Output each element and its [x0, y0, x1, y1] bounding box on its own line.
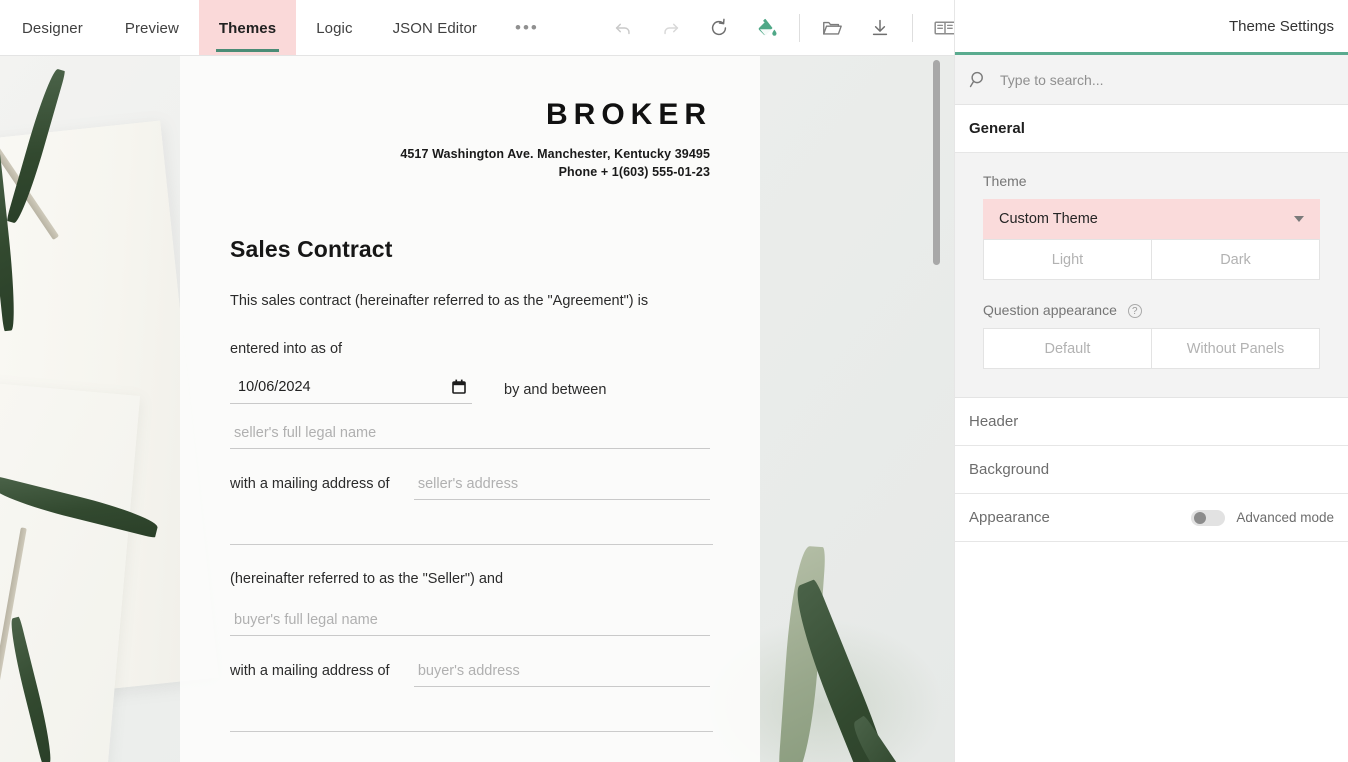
seller-address-input[interactable] — [413, 470, 710, 500]
section-background-header[interactable]: Background — [955, 446, 1348, 495]
theme-fill-button[interactable] — [743, 0, 791, 56]
question-appearance-group: Default Without Panels — [983, 328, 1320, 370]
theme-mode-light-button[interactable]: Light — [983, 239, 1152, 280]
reset-button[interactable] — [695, 0, 743, 56]
advanced-mode-control[interactable]: Advanced mode — [1191, 509, 1334, 526]
top-toolbar: Designer Preview Themes Logic JSON Edito… — [0, 0, 956, 56]
buyer-address-row: with a mailing address of — [230, 657, 710, 687]
form-canvas: BROKER 4517 Washington Ave. Manchester, … — [0, 56, 954, 762]
section-appearance-header[interactable]: Appearance Advanced mode — [955, 494, 1348, 543]
theme-mode-light-label: Light — [1051, 251, 1084, 268]
toolbar-actions — [599, 0, 969, 56]
search-input[interactable] — [1000, 71, 1280, 88]
question-appearance-default-label: Default — [1044, 340, 1091, 357]
section-header-header[interactable]: Header — [955, 398, 1348, 447]
seller-name-input[interactable] — [230, 419, 710, 449]
date-row: 10/06/2024 by and between — [230, 375, 710, 404]
theme-select[interactable]: Custom Theme — [983, 199, 1320, 239]
date-input[interactable]: 10/06/2024 — [230, 375, 472, 404]
buyer-address-label: with a mailing address of — [230, 662, 390, 679]
open-file-button[interactable] — [808, 0, 856, 56]
theme-select-value: Custom Theme — [999, 211, 1098, 227]
buyer-name-row — [230, 606, 710, 636]
tab-logic-label: Logic — [316, 19, 353, 37]
seller-address-row: with a mailing address of — [230, 470, 710, 500]
tab-preview[interactable]: Preview — [105, 0, 199, 56]
question-appearance-without-panels-label: Without Panels — [1186, 340, 1285, 357]
theme-mode-toggle-group: Light Dark — [983, 239, 1320, 280]
buyer-address-input[interactable] — [413, 657, 710, 687]
folder-open-icon — [822, 21, 842, 35]
page-title: Sales Contract — [230, 236, 393, 263]
tab-themes-label: Themes — [218, 19, 277, 37]
by-and-between-label: by and between — [504, 381, 607, 398]
search-icon — [969, 71, 983, 88]
survey-form-sheet: BROKER 4517 Washington Ave. Manchester, … — [180, 56, 760, 762]
more-tabs-icon[interactable]: ••• — [497, 0, 557, 56]
form-address-line: 4517 Washington Ave. Manchester, Kentuck… — [400, 147, 710, 161]
advanced-mode-toggle[interactable] — [1191, 509, 1226, 526]
redo-icon — [664, 23, 679, 35]
seller-clause-text: (hereinafter referred to as the "Seller"… — [230, 570, 504, 587]
tab-designer[interactable]: Designer — [0, 0, 105, 56]
theme-field-label: Theme — [983, 173, 1320, 189]
chevron-down-icon — [1294, 216, 1304, 222]
intro-text-line-2: entered into as of — [230, 341, 343, 358]
more-tabs-label: ••• — [515, 18, 539, 37]
section-general-body: Theme Custom Theme Light Dark Question a… — [955, 153, 1348, 399]
form-brand-address: 4517 Washington Ave. Manchester, Kentuck… — [230, 145, 710, 181]
section-header-label: Header — [969, 413, 1019, 431]
seller-name-row — [230, 419, 710, 449]
buyer-name-input[interactable] — [230, 606, 710, 636]
theme-mode-dark-label: Dark — [1220, 251, 1251, 268]
panel-header: Theme Settings — [955, 0, 1348, 55]
buyer-section-divider — [230, 730, 713, 732]
toolbar-divider-1 — [798, 14, 800, 42]
help-icon[interactable]: ? — [1127, 304, 1142, 319]
theme-mode-dark-button[interactable]: Dark — [1152, 239, 1320, 280]
tab-preview-label: Preview — [124, 19, 179, 37]
question-appearance-label: Question appearance ? — [983, 302, 1320, 319]
tab-designer-label: Designer — [22, 19, 83, 37]
bg-paper-sheet-2 — [0, 377, 141, 762]
tab-json-editor-label: JSON Editor — [392, 19, 478, 37]
seller-section-divider — [230, 543, 713, 545]
canvas-scrollbar[interactable] — [933, 60, 940, 710]
calendar-icon[interactable] — [452, 379, 466, 395]
tab-json-editor[interactable]: JSON Editor — [373, 0, 497, 56]
theme-settings-panel: Theme Settings General Theme Custom Them… — [954, 0, 1348, 762]
download-icon — [872, 19, 888, 36]
redo-button[interactable] — [647, 0, 695, 56]
panel-title: Theme Settings — [1228, 17, 1334, 35]
theme-label-text: Theme — [983, 173, 1027, 189]
section-general-label: General — [969, 120, 1025, 137]
advanced-mode-toggle-knob — [1194, 511, 1207, 524]
section-appearance-label: Appearance — [969, 509, 1050, 527]
paint-bucket-icon — [758, 18, 777, 36]
question-appearance-default-button[interactable]: Default — [983, 328, 1152, 370]
advanced-mode-label: Advanced mode — [1236, 510, 1334, 526]
toolbar-divider-2 — [911, 14, 913, 42]
tab-logic[interactable]: Logic — [296, 0, 372, 56]
question-appearance-without-panels-button[interactable]: Without Panels — [1152, 328, 1320, 370]
tab-themes[interactable]: Themes — [198, 0, 297, 56]
panel-search-bar[interactable] — [955, 55, 1348, 105]
date-input-value: 10/06/2024 — [238, 378, 311, 395]
canvas-scrollbar-thumb[interactable] — [933, 60, 940, 265]
undo-icon — [615, 23, 630, 35]
toolbar-bottom-border — [0, 55, 954, 56]
seller-address-label: with a mailing address of — [230, 475, 390, 492]
section-general-header[interactable]: General — [955, 105, 1348, 153]
intro-text-line-1: This sales contract (hereinafter referre… — [230, 293, 649, 310]
form-phone-line: Phone + 1(603) 555-01-23 — [558, 165, 710, 180]
editor-tabs: Designer Preview Themes Logic JSON Edito… — [0, 0, 557, 56]
question-appearance-text: Question appearance — [983, 302, 1117, 318]
section-background-label: Background — [969, 461, 1050, 479]
reset-icon — [711, 18, 727, 36]
download-button[interactable] — [856, 0, 904, 56]
undo-button[interactable] — [599, 0, 647, 56]
form-brand-logo: BROKER — [545, 98, 712, 131]
